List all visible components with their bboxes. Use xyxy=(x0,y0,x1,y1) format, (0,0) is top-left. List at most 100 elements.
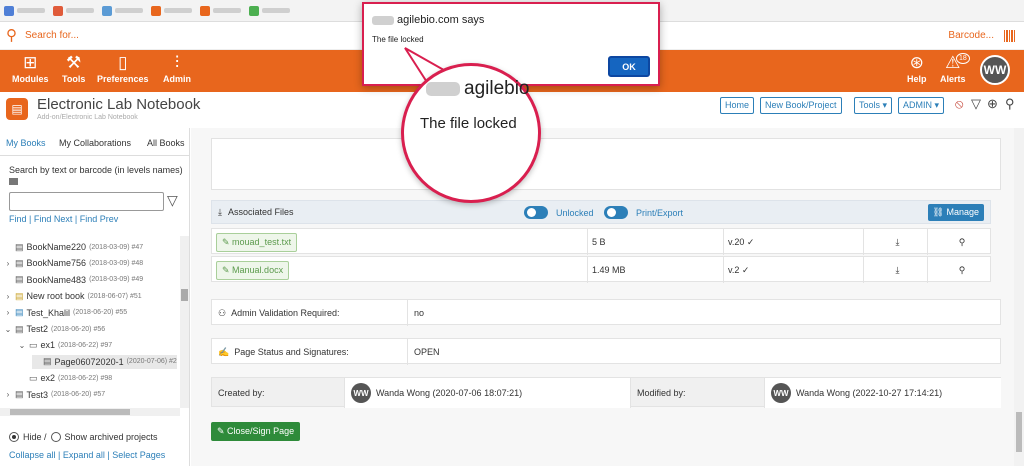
ok-button[interactable]: OK xyxy=(608,56,650,77)
home-button[interactable]: Home xyxy=(720,97,755,114)
zoom-in-icon[interactable]: ⊕ xyxy=(987,96,998,112)
hide-radio[interactable] xyxy=(9,432,19,442)
modified-value-cell: WW Wanda Wong (2022-10-27 17:14:21) xyxy=(765,378,1001,408)
tree-item[interactable]: ▤ BookName220 (2018-03-09) #47 xyxy=(4,240,143,254)
bookmark-label xyxy=(115,8,143,13)
tree-item[interactable]: › ▤ New root book (2018-06-07) #51 xyxy=(4,289,142,303)
filter-icon[interactable]: ▽ xyxy=(971,96,981,112)
tools-dropdown[interactable]: Tools ▾ xyxy=(854,97,893,114)
file-version: v.2 ✓ xyxy=(724,257,864,283)
tree-item[interactable]: ⌄ ▭ ex1 (2018-06-22) #97 xyxy=(18,338,112,352)
bookmark-item[interactable] xyxy=(4,5,45,16)
help-label: Help xyxy=(907,74,927,84)
dialog-host-text: agilebio.com says xyxy=(397,14,485,26)
page-title: Electronic Lab Notebook xyxy=(37,96,201,113)
preview-icon[interactable]: ⚲ xyxy=(928,257,992,283)
archive-toggle: Hide / Show archived projects xyxy=(9,432,158,442)
modifier-avatar: WW xyxy=(771,383,791,403)
validation-value: no xyxy=(414,308,425,318)
file-link[interactable]: ✎ mouad_test.txt xyxy=(216,232,298,252)
barcode-input[interactable]: Barcode... xyxy=(948,30,994,41)
barcode-toggle-icon[interactable] xyxy=(9,178,18,185)
bookmark-item[interactable] xyxy=(200,5,241,16)
bookmark-label xyxy=(17,8,45,13)
bookmark-label xyxy=(262,8,290,13)
tree-item-name: Test3 xyxy=(26,389,49,400)
close-sign-page-button[interactable]: ✎ Close/Sign Page xyxy=(211,422,301,441)
book-icon: ▤ xyxy=(15,241,24,252)
expand-toggle-icon[interactable]: ⌄ xyxy=(18,341,26,350)
expand-toggle-icon[interactable]: ⌄ xyxy=(4,325,12,334)
tools-label: Tools xyxy=(62,74,86,84)
created-label: Created by: xyxy=(212,378,345,408)
tab-my-books[interactable]: My Books xyxy=(6,138,46,148)
expand-toggle-icon[interactable]: › xyxy=(4,308,12,317)
tree-item[interactable]: ▤ Page06072020-1 (2020-07-06) #2 xyxy=(32,354,177,369)
tree-item[interactable]: › ▤ BookName756 (2018-03-09) #48 xyxy=(4,256,144,270)
alerts-count-badge: 18 xyxy=(956,53,970,64)
barcode-icon[interactable] xyxy=(1004,30,1016,42)
search-input[interactable]: Search for... xyxy=(25,30,79,41)
tree-actions[interactable]: Collapse all | Expand all | Select Pages xyxy=(9,450,165,460)
associated-files-header: ⤓ Associated Files Unlocked Print/Export… xyxy=(211,200,991,224)
bookmark-item[interactable] xyxy=(151,5,192,16)
tree-horizontal-scrollbar[interactable] xyxy=(0,408,180,416)
tree-scrollbar[interactable] xyxy=(180,236,189,408)
bookmark-icon: ▯ xyxy=(118,53,128,72)
tree-item[interactable]: ▤ BookName483 (2018-03-09) #49 xyxy=(4,273,143,287)
expand-toggle-icon[interactable]: › xyxy=(4,259,12,268)
manage-button[interactable]: ⛓ Manage xyxy=(927,204,984,221)
zoom-message: The file locked xyxy=(420,115,517,132)
bookmark-item[interactable] xyxy=(53,5,94,16)
download-icon[interactable]: ⤓ xyxy=(864,229,928,255)
tree-item[interactable]: › ▤ Test_Khalil (2018-06-20) #55 xyxy=(4,306,127,320)
scroll-thumb[interactable] xyxy=(1016,412,1022,452)
tree-item[interactable]: ⌄ ▤ Test2 (2018-06-20) #56 xyxy=(4,322,105,336)
filter-icon[interactable]: ▽ xyxy=(167,192,178,209)
tree-item-meta: (2018-06-20) #56 xyxy=(51,325,106,333)
help-button[interactable]: ⊛ Help xyxy=(907,52,927,84)
file-link[interactable]: ✎ Manual.docx xyxy=(216,260,290,280)
print-export-toggle[interactable] xyxy=(604,206,628,219)
expand-toggle-icon[interactable]: › xyxy=(4,292,12,301)
file-version: v.20 ✓ xyxy=(724,229,864,255)
tree-item[interactable]: › ▤ Test3 (2018-06-20) #57 xyxy=(4,388,105,402)
zoom-host-text: agilebio xyxy=(464,78,530,99)
modules-button[interactable]: ⊞ Modules xyxy=(12,52,49,84)
tab-my-collaborations[interactable]: My Collaborations xyxy=(59,138,131,148)
preview-icon[interactable]: ⚲ xyxy=(928,229,992,255)
preferences-button[interactable]: ▯ Preferences xyxy=(97,52,149,84)
print-export-label: Print/Export xyxy=(636,208,684,218)
status-label: Page Status and Signatures: xyxy=(234,347,349,357)
scroll-thumb[interactable] xyxy=(10,409,130,415)
book-tree: ▤ BookName220 (2018-03-09) #47 › ▤ BookName75… xyxy=(0,236,180,408)
folder-icon: ▭ xyxy=(29,339,38,350)
expand-toggle-icon[interactable]: › xyxy=(4,390,12,399)
bookmark-item[interactable] xyxy=(249,5,290,16)
preferences-label: Preferences xyxy=(97,74,149,84)
tree-item[interactable]: ▭ ex2 (2018-06-22) #98 xyxy=(18,371,112,385)
download-icon[interactable]: ⤓ xyxy=(864,257,928,283)
search-icon[interactable]: ⚲ xyxy=(6,28,17,43)
tree-search-input[interactable] xyxy=(9,192,164,211)
status-value: OPEN xyxy=(414,347,440,357)
search-icon[interactable]: ⚲ xyxy=(1005,96,1015,112)
main-scrollbar[interactable] xyxy=(1014,128,1024,466)
show-archived-radio[interactable] xyxy=(50,432,61,442)
admin-dropdown[interactable]: ADMIN ▾ xyxy=(898,97,945,114)
bookmark-item[interactable] xyxy=(102,5,143,16)
bookmark-label xyxy=(164,8,192,13)
find-links[interactable]: Find | Find Next | Find Prev xyxy=(9,214,118,224)
book-icon: ▤ xyxy=(15,257,24,268)
user-check-icon: ⚇ xyxy=(218,307,227,318)
admin-button[interactable]: ⫶ Admin xyxy=(163,52,191,84)
tree-item-meta: (2018-06-20) #55 xyxy=(73,309,128,317)
bookmark-icon xyxy=(53,5,63,16)
scroll-thumb[interactable] xyxy=(181,289,188,301)
no-barcode-icon[interactable]: ⦸ xyxy=(955,96,963,112)
tools-nav-button[interactable]: ⚒ Tools xyxy=(62,52,85,84)
new-book-project-button[interactable]: New Book/Project xyxy=(760,97,842,114)
user-avatar[interactable]: WW xyxy=(980,55,1010,85)
tab-all-books[interactable]: All Books xyxy=(147,138,185,148)
lock-toggle[interactable] xyxy=(524,206,548,219)
